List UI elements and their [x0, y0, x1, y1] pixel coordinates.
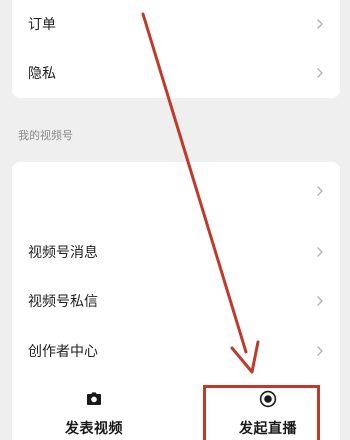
settings-item-label: 订单	[28, 16, 56, 33]
channel-item-label: 创作者中心	[28, 343, 98, 360]
channel-item-messages[interactable]: 视频号消息	[12, 227, 340, 276]
settings-item-label: 隐私	[28, 65, 56, 82]
highlight-box	[203, 385, 320, 440]
section-title: 我的视频号	[18, 129, 73, 142]
channel-profile-item[interactable]	[12, 166, 340, 215]
settings-item-privacy[interactable]: 隐私	[12, 48, 340, 97]
channel-item-label: 视频号私信	[28, 293, 98, 310]
settings-card-top: 订单 隐私	[12, 0, 340, 98]
post-video-button[interactable]: 发表视频	[12, 390, 176, 440]
channel-item-label: 视频号消息	[28, 244, 98, 261]
camera-icon	[87, 392, 101, 405]
chevron-right-icon	[317, 18, 323, 29]
settings-screen: 订单 隐私 我的视频号 视频号消息 视频号私信 创作者中心 发表视频 发起直播	[0, 0, 350, 440]
chevron-right-icon	[317, 295, 323, 306]
channel-item-private-messages[interactable]: 视频号私信	[12, 276, 340, 325]
chevron-right-icon	[317, 67, 323, 78]
channel-item-creator-center[interactable]: 创作者中心	[12, 326, 340, 375]
chevron-right-icon	[317, 185, 323, 196]
settings-item-orders[interactable]: 订单	[12, 0, 340, 48]
chevron-right-icon	[317, 345, 323, 356]
post-video-label: 发表视频	[65, 421, 123, 437]
chevron-right-icon	[317, 246, 323, 257]
